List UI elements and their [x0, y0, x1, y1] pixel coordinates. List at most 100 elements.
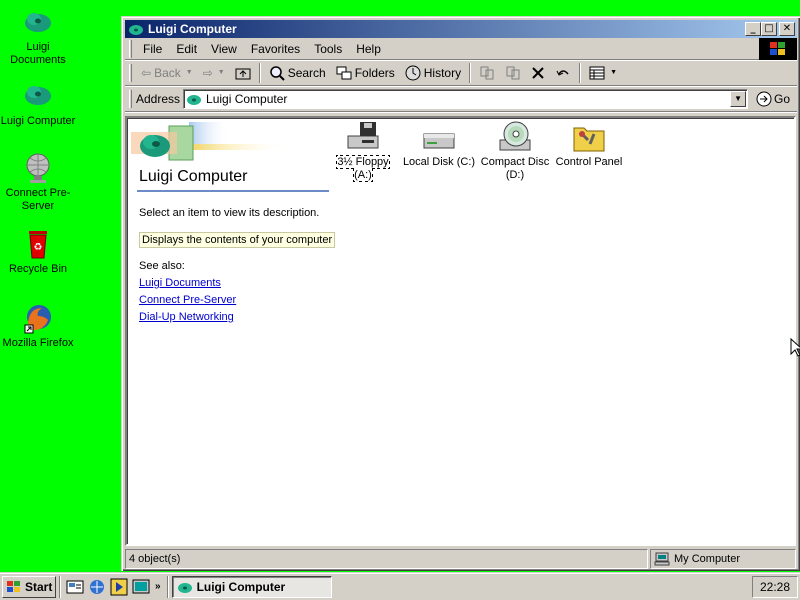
standard-toolbar: ⇦ Back ▼ ⇨ ▼ Search Folders History ▼: [125, 60, 797, 86]
move-to-button[interactable]: [474, 63, 500, 83]
menu-tools[interactable]: Tools: [307, 40, 349, 58]
desktop-icon-connect-pre-server[interactable]: Connect Pre-Server: [0, 152, 76, 213]
menu-edit[interactable]: Edit: [169, 40, 204, 58]
link-luigi-documents[interactable]: Luigi Documents: [139, 277, 221, 289]
folders-button[interactable]: Folders: [331, 63, 400, 83]
control-panel-icon: [572, 120, 606, 154]
cloud-computer-icon: [22, 80, 54, 112]
folders-label: Folders: [354, 65, 395, 80]
undo-button[interactable]: [550, 64, 576, 82]
go-label: Go: [774, 91, 791, 106]
toolbar-grip[interactable]: [129, 63, 132, 82]
drive-compact-disc-d[interactable]: Compact Disc (D:): [477, 120, 553, 182]
undo-icon: [556, 69, 569, 76]
drive-label: 3½ Floppy (A:): [336, 155, 390, 182]
link-dial-up-networking[interactable]: Dial-Up Networking: [139, 311, 234, 323]
address-value: Luigi Computer: [206, 91, 288, 106]
desktop-icon-mozilla-firefox[interactable]: Mozilla Firefox: [0, 302, 76, 350]
views-button[interactable]: ▼: [584, 64, 622, 82]
status-location: My Computer: [650, 549, 796, 569]
title-bar[interactable]: Luigi Computer _ □ ✕: [125, 20, 797, 38]
delete-button[interactable]: [526, 64, 550, 82]
drive-label: Local Disk (C:): [402, 156, 476, 168]
cloud-computer-icon: [128, 22, 144, 36]
panel-divider: [137, 190, 329, 192]
toolbar-grip[interactable]: [129, 39, 132, 58]
history-button[interactable]: History: [400, 63, 466, 83]
back-label: Back: [154, 65, 181, 80]
cloud-computer-icon: [186, 92, 202, 106]
taskbar: Start » Luigi Computer 22:28: [0, 572, 800, 600]
views-icon: [589, 66, 605, 79]
firefox-icon: [22, 302, 54, 334]
forward-arrow-icon: ⇨: [202, 65, 213, 80]
chevron-down-icon: ▼: [217, 69, 225, 76]
address-bar: Address Luigi Computer ▼ Go: [125, 86, 797, 112]
quick-launch-more[interactable]: »: [155, 581, 161, 592]
control-panel-item[interactable]: Control Panel: [553, 120, 625, 169]
address-dropdown-button[interactable]: ▼: [730, 90, 747, 107]
back-button[interactable]: ⇦ Back ▼: [136, 64, 198, 82]
menu-favorites[interactable]: Favorites: [244, 40, 307, 58]
selection-info: Displays the contents of your computer: [139, 232, 336, 248]
search-label: Search: [287, 65, 326, 80]
address-label: Address: [136, 91, 181, 106]
media-player-icon[interactable]: [110, 578, 128, 596]
channel-icon[interactable]: [132, 578, 150, 596]
menu-bar: File Edit View Favorites Tools Help: [125, 38, 797, 60]
computer-icon: [654, 552, 670, 566]
forward-button[interactable]: ⇨ ▼: [198, 64, 230, 82]
start-button[interactable]: Start: [2, 575, 56, 598]
chevron-down-icon: ▼: [185, 69, 193, 76]
recycle-bin-icon: ♻: [22, 228, 54, 260]
desktop-icon-label: Connect Pre-Server: [5, 187, 71, 212]
windows-logo-icon: [759, 38, 797, 60]
move-to-icon: [480, 66, 494, 79]
web-view-panel: Luigi Computer Select an item to view it…: [127, 118, 336, 548]
panel-title: Luigi Computer: [139, 168, 248, 185]
network-globe-icon: [22, 152, 54, 184]
go-arrow-icon: [756, 91, 772, 106]
go-button[interactable]: Go: [756, 91, 790, 107]
desktop-icon-label: Recycle Bin: [8, 263, 68, 275]
toolbar-grip[interactable]: [129, 89, 132, 108]
internet-explorer-icon[interactable]: [88, 578, 106, 596]
up-folder-button[interactable]: [230, 64, 256, 82]
history-icon: [405, 65, 421, 80]
drive-label: Compact Disc (D:): [480, 156, 550, 181]
explorer-window[interactable]: Luigi Computer _ □ ✕ File Edit View Favo…: [121, 16, 800, 571]
system-tray: 22:28: [752, 576, 798, 598]
menu-file[interactable]: File: [136, 40, 169, 58]
link-connect-pre-server[interactable]: Connect Pre-Server: [139, 294, 236, 306]
address-input[interactable]: Luigi Computer ▼: [183, 88, 749, 109]
copy-to-button[interactable]: [500, 63, 526, 83]
status-object-count: 4 object(s): [125, 549, 648, 569]
desktop-icon-label: Luigi Computer: [0, 115, 76, 127]
close-button[interactable]: ✕: [779, 22, 795, 36]
maximize-button[interactable]: □: [761, 22, 777, 36]
window-title: Luigi Computer: [148, 22, 237, 36]
drive-local-disk-c[interactable]: Local Disk (C:): [401, 120, 477, 169]
menu-view[interactable]: View: [204, 40, 244, 58]
chevron-down-icon: ▼: [610, 69, 618, 76]
svg-text:♻: ♻: [34, 242, 43, 253]
minimize-button[interactable]: _: [745, 22, 761, 36]
search-button[interactable]: Search: [264, 63, 331, 83]
menu-help[interactable]: Help: [349, 40, 388, 58]
task-luigi-computer[interactable]: Luigi Computer: [171, 575, 332, 598]
show-desktop-icon[interactable]: [66, 578, 84, 596]
cloud-computer-icon: [177, 582, 192, 593]
delete-icon: [532, 66, 544, 79]
desktop-icon-recycle-bin[interactable]: ♻ Recycle Bin: [0, 228, 76, 276]
folders-icon: [336, 66, 352, 79]
desktop-icon-luigi-computer[interactable]: Luigi Computer: [0, 80, 76, 128]
mouse-cursor-icon: [790, 338, 800, 357]
folder-view[interactable]: Luigi Computer Select an item to view it…: [125, 116, 796, 546]
desktop-icon-luigi-documents[interactable]: Luigi Documents: [0, 6, 76, 67]
clock[interactable]: 22:28: [760, 580, 790, 594]
cd-drive-icon: [498, 120, 532, 154]
search-icon: [269, 65, 285, 81]
up-folder-icon: [235, 68, 251, 79]
panel-description: Select an item to view its description.: [139, 207, 320, 219]
drive-floppy-a[interactable]: 3½ Floppy (A:): [327, 120, 399, 182]
